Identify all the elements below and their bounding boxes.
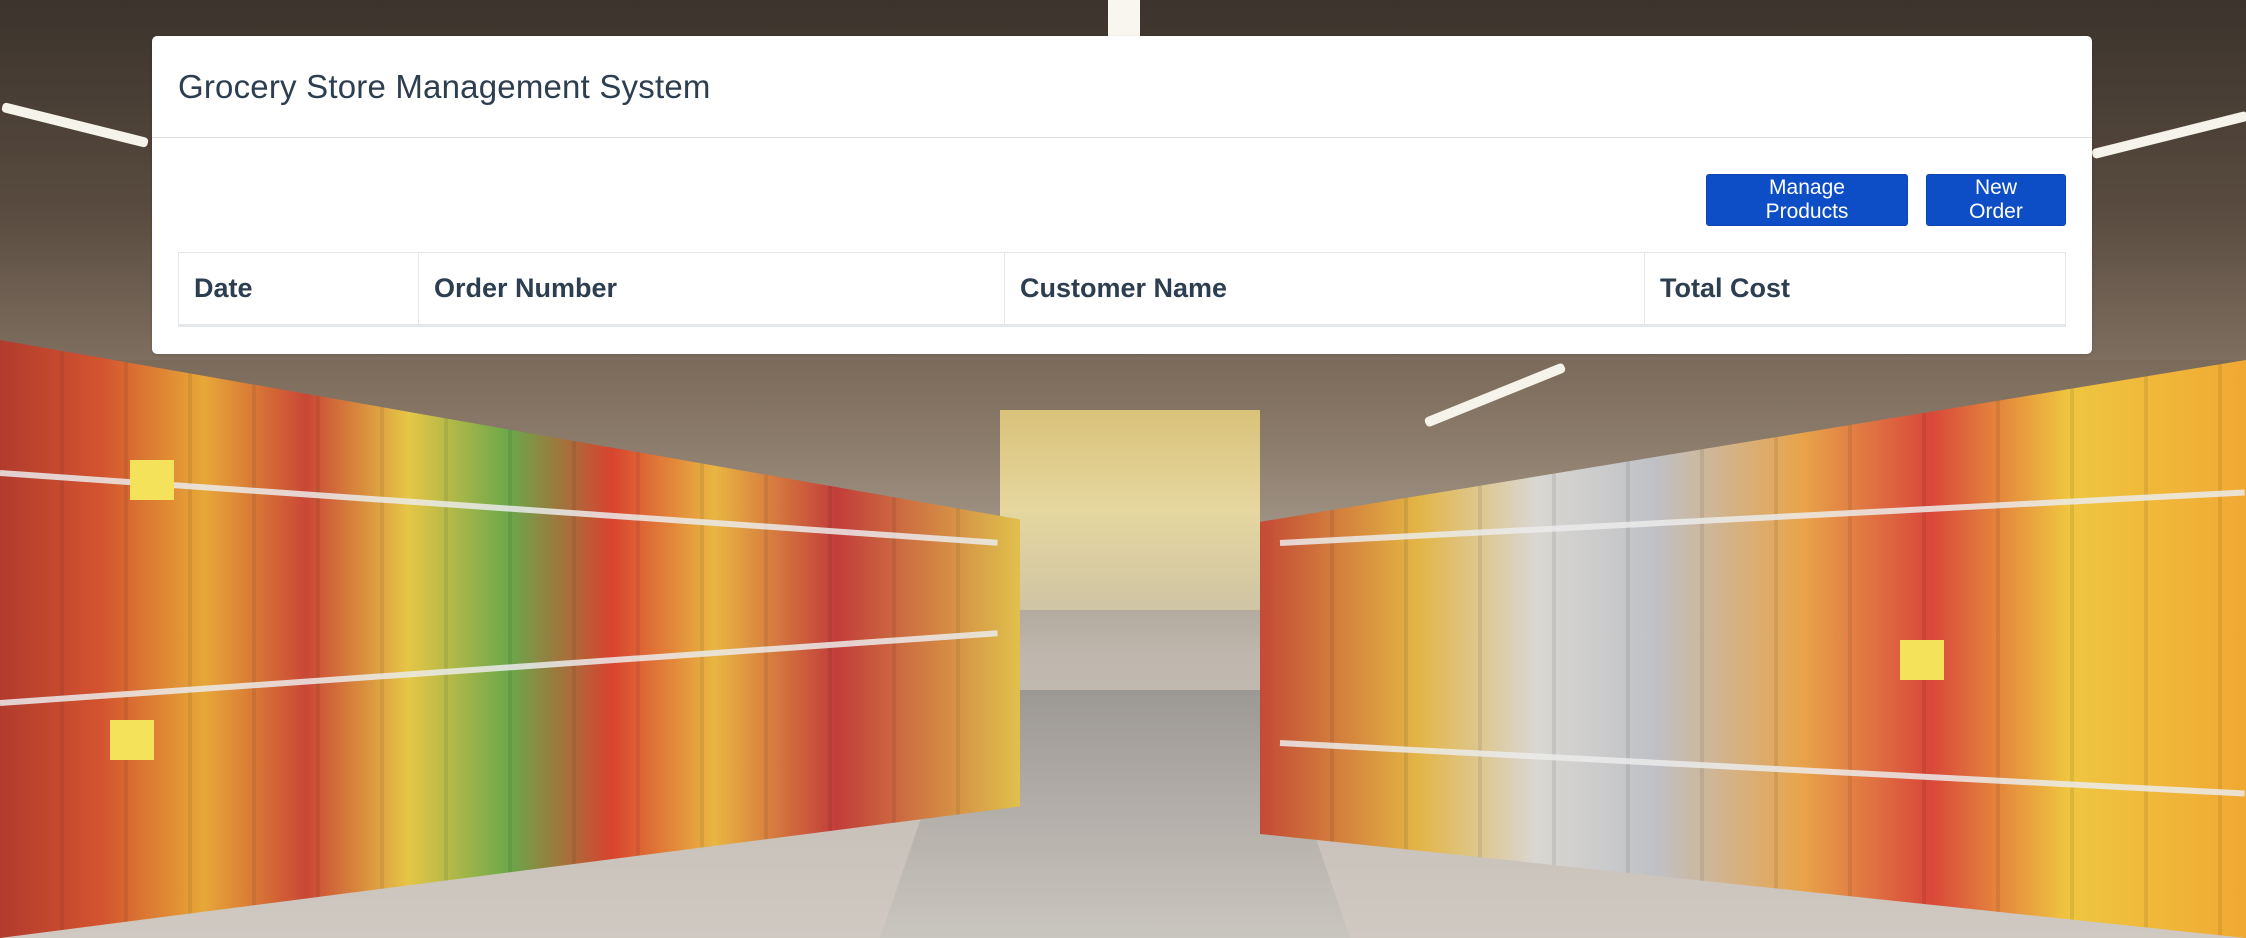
column-header-total-cost: Total Cost xyxy=(1644,252,2066,327)
column-header-customer-name: Customer Name xyxy=(1004,252,1645,327)
page-title: Grocery Store Management System xyxy=(178,67,711,105)
price-tag xyxy=(1900,640,1944,680)
manage-products-button[interactable]: Manage Products xyxy=(1706,174,1908,226)
price-tag xyxy=(110,720,154,760)
table-header-row: Date Order Number Customer Name Total Co… xyxy=(178,252,2066,327)
column-header-date: Date xyxy=(178,252,419,327)
new-order-button[interactable]: New Order xyxy=(1926,174,2066,226)
toolbar: Manage Products New Order xyxy=(1706,174,2066,226)
ceiling-light xyxy=(1108,0,1140,36)
price-tag xyxy=(130,460,174,500)
back-wall xyxy=(1000,410,1260,610)
orders-table: Date Order Number Customer Name Total Co… xyxy=(178,252,2066,327)
orders-card: Grocery Store Management System Manage P… xyxy=(152,36,2092,354)
ceiling-light xyxy=(1423,362,1567,428)
card-header: Grocery Store Management System xyxy=(152,36,2092,138)
column-header-order-number: Order Number xyxy=(418,252,1005,327)
right-shelf xyxy=(1260,360,2246,938)
